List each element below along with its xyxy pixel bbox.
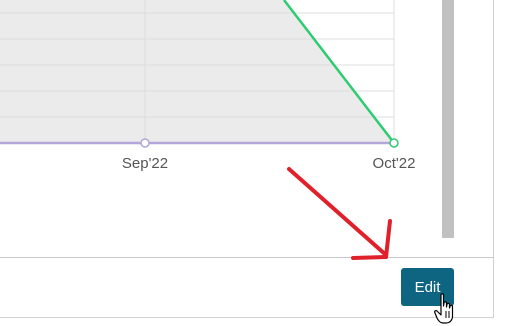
- data-point-sep[interactable]: [140, 138, 150, 148]
- hand-cursor-icon: [434, 293, 454, 324]
- x-tick-label-sep: Sep'22: [121, 155, 169, 172]
- data-point-oct[interactable]: [389, 138, 399, 148]
- chart-panel: Sep'22 Oct'22 Edit: [0, 0, 494, 318]
- area-fill: [0, 0, 394, 143]
- x-tick-label-oct: Oct'22: [372, 155, 416, 172]
- vertical-scrollbar[interactable]: [442, 0, 454, 238]
- footer-divider: [0, 257, 494, 258]
- chart-plot: [0, 0, 399, 148]
